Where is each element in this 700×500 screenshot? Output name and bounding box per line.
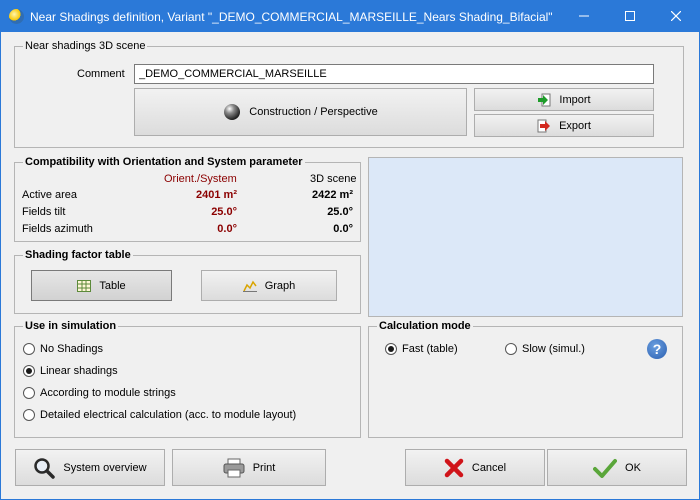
graph-icon	[242, 280, 257, 292]
radio-fast-table[interactable]: Fast (table)	[385, 343, 458, 355]
close-button[interactable]	[653, 1, 699, 32]
fields-azimuth-3d-value: 0.0°	[333, 223, 353, 235]
system-overview-button[interactable]: System overview	[15, 449, 165, 486]
import-button[interactable]: Import	[474, 88, 654, 111]
fields-azimuth-orient-value: 0.0°	[217, 223, 237, 235]
graph-button[interactable]: Graph	[201, 270, 337, 301]
radio-dot	[505, 343, 517, 355]
radio-linear-shadings[interactable]: Linear shadings	[23, 365, 118, 377]
graph-label: Graph	[264, 279, 296, 292]
app-icon	[9, 9, 24, 24]
print-button[interactable]: Print	[172, 449, 326, 486]
comment-label: Comment	[77, 68, 125, 80]
magnifier-icon	[34, 457, 56, 479]
calculation-mode-legend: Calculation mode	[379, 320, 471, 332]
fields-tilt-orient-value: 25.0°	[211, 206, 237, 218]
fields-tilt-3d-value: 25.0°	[327, 206, 353, 218]
col-header-3d: 3D scene	[310, 173, 357, 185]
radio-slow-simul[interactable]: Slow (simul.)	[505, 343, 585, 355]
fields-tilt-label: Fields tilt	[22, 206, 66, 218]
printer-icon	[223, 458, 245, 477]
print-label: Print	[252, 461, 276, 474]
radio-dot-selected	[385, 343, 397, 355]
minimize-icon	[579, 15, 589, 17]
title-bar: Near Shadings definition, Variant "_DEMO…	[1, 1, 699, 32]
active-area-3d-value: 2422 m²	[312, 189, 353, 201]
comment-input[interactable]	[134, 64, 654, 84]
export-icon	[537, 119, 551, 132]
radio-no-shadings[interactable]: No Shadings	[23, 343, 103, 355]
active-area-label: Active area	[22, 189, 78, 201]
col-header-orient: Orient./System	[164, 173, 237, 185]
scene-legend: Near shadings 3D scene	[25, 40, 146, 52]
calculation-mode-group: Calculation mode	[368, 320, 683, 438]
radio-detailed-electrical[interactable]: Detailed electrical calculation (acc. to…	[23, 409, 296, 421]
help-icon[interactable]: ?	[647, 339, 667, 359]
checkmark-icon	[593, 458, 618, 478]
cancel-button[interactable]: Cancel	[405, 449, 545, 486]
maximize-button[interactable]	[607, 1, 653, 32]
import-label: Import	[559, 93, 591, 106]
minimize-button[interactable]	[561, 1, 607, 32]
near-shadings-dialog: Near Shadings definition, Variant "_DEMO…	[0, 0, 700, 500]
ok-label: OK	[625, 461, 641, 474]
radio-dot-selected	[23, 365, 35, 377]
sphere-icon	[224, 104, 241, 120]
use-in-simulation-legend: Use in simulation	[25, 320, 117, 332]
system-overview-label: System overview	[63, 461, 147, 474]
radio-label: Slow (simul.)	[522, 343, 585, 355]
cancel-x-icon	[444, 458, 464, 477]
construction-perspective-button[interactable]: Construction / Perspective	[134, 88, 467, 136]
ok-button[interactable]: OK	[547, 449, 687, 486]
window-title: Near Shadings definition, Variant "_DEMO…	[30, 10, 553, 24]
radio-dot	[23, 387, 35, 399]
fields-azimuth-label: Fields azimuth	[22, 223, 93, 235]
import-icon	[538, 93, 551, 106]
scene-preview-panel	[368, 157, 683, 317]
maximize-icon	[625, 11, 635, 21]
shading-table-legend: Shading factor table	[25, 249, 131, 261]
construction-label: Construction / Perspective	[249, 106, 378, 118]
cancel-label: Cancel	[471, 461, 507, 474]
active-area-orient-value: 2401 m²	[196, 189, 237, 201]
table-button[interactable]: Table	[31, 270, 172, 301]
radio-module-strings[interactable]: According to module strings	[23, 387, 176, 399]
compatibility-legend: Compatibility with Orientation and Syste…	[25, 156, 303, 168]
export-label: Export	[559, 119, 591, 132]
close-icon	[670, 10, 682, 22]
radio-dot	[23, 343, 35, 355]
radio-label: According to module strings	[40, 387, 176, 399]
export-button[interactable]: Export	[474, 114, 654, 137]
radio-label: No Shadings	[40, 343, 103, 355]
table-label: Table	[99, 279, 126, 292]
radio-dot	[23, 409, 35, 421]
radio-label: Detailed electrical calculation (acc. to…	[40, 409, 297, 421]
radio-label: Linear shadings	[40, 365, 118, 377]
table-icon	[77, 279, 92, 292]
radio-label: Fast (table)	[402, 343, 458, 355]
